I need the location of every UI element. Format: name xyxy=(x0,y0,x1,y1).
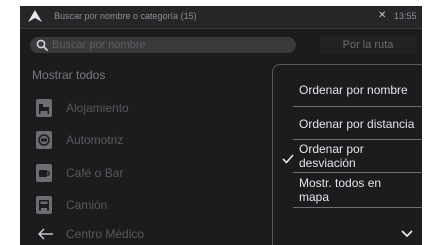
category-label: Camión xyxy=(66,198,108,212)
divider xyxy=(293,207,422,208)
screen: Buscar por nombre o categoría (15) ✕ 13:… xyxy=(20,6,422,245)
car-icon xyxy=(36,131,52,149)
coffee-icon xyxy=(36,164,52,182)
list-item[interactable]: Automotriz xyxy=(20,128,300,154)
search-icon xyxy=(36,39,48,51)
sort-menu: Ordenar por nombre Ordenar por distancia… xyxy=(272,64,422,245)
category-label: Automotriz xyxy=(66,133,124,147)
truck-icon xyxy=(36,196,52,214)
divider xyxy=(293,106,422,107)
divider xyxy=(293,139,422,140)
list-item[interactable]: Alojamiento xyxy=(20,96,300,122)
search-input[interactable] xyxy=(52,37,288,53)
page-title: Buscar por nombre o categoría (15) xyxy=(54,11,197,21)
title-bar: Buscar por nombre o categoría (15) ✕ 13:… xyxy=(20,6,422,29)
checkmark-icon xyxy=(282,154,294,164)
list-item[interactable]: Camión xyxy=(20,193,300,219)
along-route-button[interactable]: Por la ruta xyxy=(320,36,416,54)
clock: 13:55 xyxy=(394,11,417,21)
list-item[interactable]: Café o Bar xyxy=(20,161,300,187)
divider xyxy=(293,172,422,173)
list-item[interactable]: Centro Médico xyxy=(20,222,300,245)
bed-icon xyxy=(36,99,52,117)
navigation-arrow-icon xyxy=(28,10,42,22)
category-label: Centro Médico xyxy=(66,227,145,241)
back-arrow-icon[interactable] xyxy=(38,228,54,240)
close-icon[interactable]: ✕ xyxy=(378,10,386,21)
category-label: Alojamiento xyxy=(66,101,129,115)
search-box[interactable] xyxy=(30,37,296,53)
chevron-down-icon[interactable] xyxy=(392,222,422,245)
show-all-item[interactable]: Mostrar todos xyxy=(32,68,105,82)
category-label: Café o Bar xyxy=(66,166,124,180)
